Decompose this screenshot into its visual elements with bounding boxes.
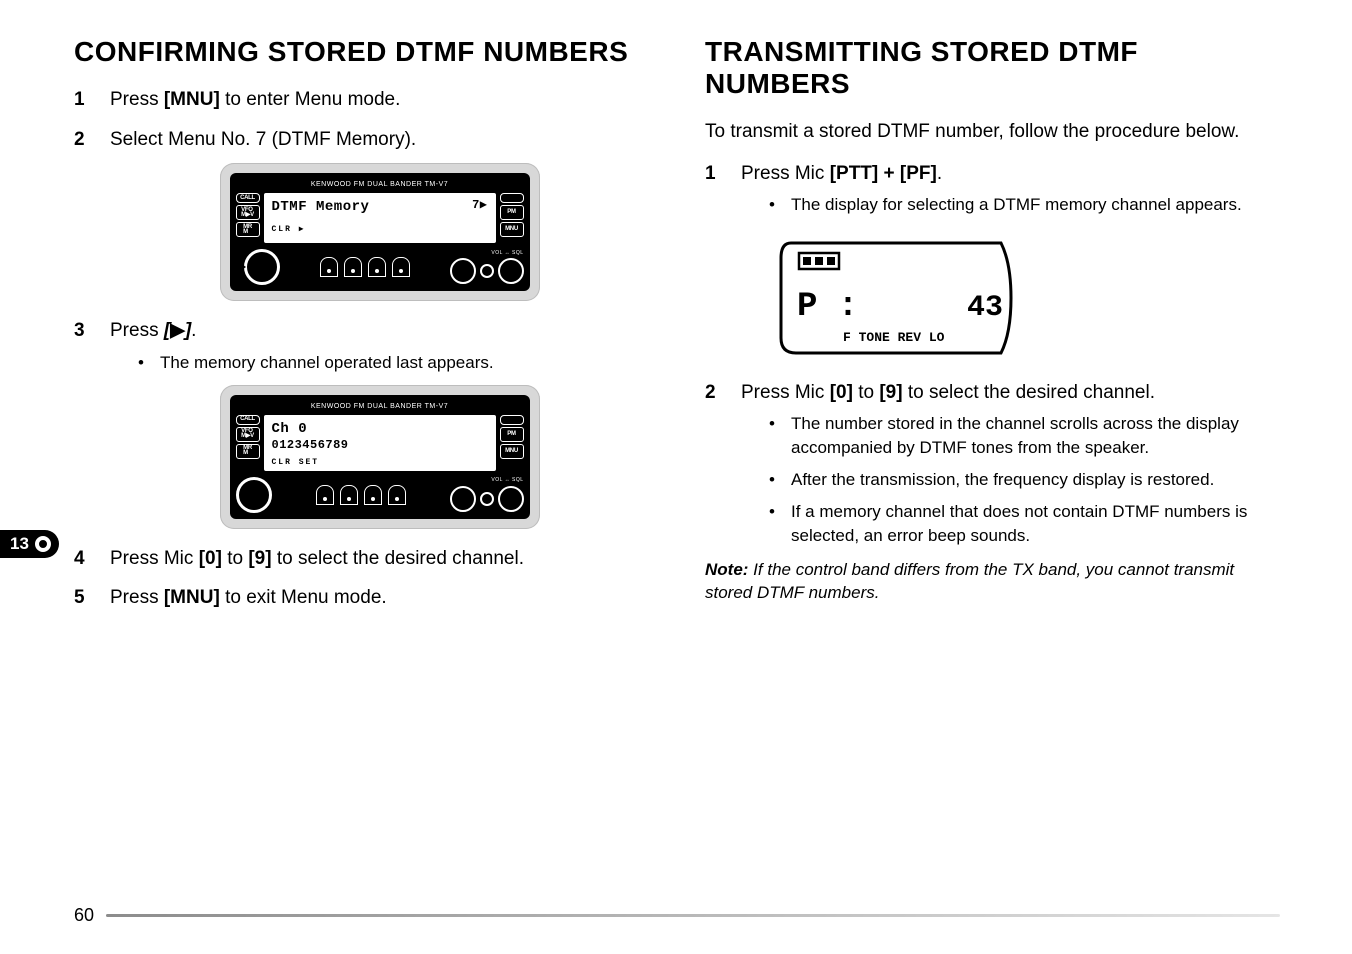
side-tab-dot-icon [35,536,51,552]
note-text: If the control band differs from the TX … [705,560,1234,602]
lock-icon [344,257,362,277]
rs2-c: to [853,382,879,403]
lock-icon [368,257,386,277]
lcd1-right: 7▶ [472,197,487,217]
lock-icon [364,485,382,505]
rs1-a: Press Mic [741,163,830,184]
lock-icon [388,485,406,505]
step5-c: to exit Menu mode. [220,587,387,608]
radio-btn-pm: PM [500,205,524,220]
radio-knob-left [236,477,272,513]
lock-icon [392,257,410,277]
radio-btn-blank-r [500,415,524,425]
rs1-sub: The display for selecting a DTMF memory … [769,193,1280,217]
step3-period: . [191,320,196,341]
rs2-a: Press Mic [741,382,830,403]
radio-knob-right-2 [480,264,494,278]
rs2-sub2: After the transmission, the frequency di… [769,468,1280,492]
ptt-p: P : [797,288,858,326]
radio-lcd-2: Ch 0 0123456789 CLR SET [264,415,496,471]
radio-btn-call: CALL [236,193,260,203]
radio-knob-right-3 [498,486,524,512]
radio-knob-right-1 [450,486,476,512]
side-tab-number: 13 [10,534,29,554]
ptt-display-figure: P : 43 F TONE REV LO [767,227,1025,363]
radio-btn-vfo: VFOM▶V [236,427,260,442]
radio-btn-mr: MRM [236,222,260,237]
step4-c: to [222,548,248,569]
ptt-bottom: F TONE REV LO [843,330,945,345]
radio-knob-right-3 [498,258,524,284]
lock-icon [320,257,338,277]
rs2-b: [0] [830,382,853,403]
step5-b: [MNU] [164,587,220,608]
radio-knob-right-2 [480,492,494,506]
step1-key: [MNU] [164,89,220,110]
step1-text-a: Press [110,89,164,110]
rs1-b: [PTT] + [PF] [830,163,937,184]
heading-transmitting: TRANSMITTING STORED DTMF NUMBERS [705,36,1280,100]
step4-b: [0] [199,548,222,569]
left-step-5: Press [MNU] to exit Menu mode. [74,584,649,612]
radio-figure-1: KENWOOD FM DUAL BANDER TM-V7 CALL VFOM▶V… [220,163,540,301]
left-step-1: Press [MNU] to enter Menu mode. [74,86,649,114]
radio-btn-vfo: VFOM▶V [236,205,260,220]
radio-btn-mr: MRM [236,444,260,459]
lcd2-line2: CLR SET [272,457,488,469]
radio-btn-call: CALL [236,415,260,425]
right-step-1: Press Mic [PTT] + [PF]. The display for … [705,160,1280,363]
step3-text-a: Press [110,320,164,341]
rs1-c: . [937,163,942,184]
radio-btn-pm: PM [500,427,524,442]
play-icon: ▶ [170,320,185,341]
note-label: Note: [705,560,748,579]
step2-text: Select Menu No. 7 (DTMF Memory). [110,129,416,150]
rs2-e: to select the desired channel. [903,382,1155,403]
radio-lcd-1: DTMF Memory 7▶ CLR ▶ [264,193,496,243]
step3-sub: The memory channel operated last appears… [138,351,649,375]
note: Note: If the control band differs from t… [705,559,1280,605]
step5-a: Press [110,587,164,608]
left-step-4: Press Mic [0] to [9] to select the desir… [74,545,649,573]
left-step-2: Select Menu No. 7 (DTMF Memory). KENWOOD… [74,126,649,302]
cursor-pointer-icon [236,260,246,274]
rs2-sub1: The number stored in the channel scrolls… [769,412,1280,460]
ptt-num: 43 [967,291,1003,325]
step4-e: to select the desired channel. [272,548,524,569]
heading-confirming: CONFIRMING STORED DTMF NUMBERS [74,36,649,68]
volsql-label: VOL ↔ SQL [450,250,524,257]
left-step-3: Press [▶]. The memory channel operated l… [74,317,649,528]
step4-a: Press Mic [110,548,199,569]
radio-figure-2: KENWOOD FM DUAL BANDER TM-V7 CALL VFOM▶V… [220,385,540,529]
page-number: 60 [74,905,94,926]
footer-rule [106,914,1280,917]
radio-btn-blank-r [500,193,524,203]
lcd1-line2: CLR ▶ [272,224,488,236]
lcd2-line1: Ch 0 [272,419,308,439]
lock-icon [340,485,358,505]
radio-knob-left [244,249,280,285]
right-intro: To transmit a stored DTMF number, follow… [705,118,1280,146]
volsql-label: VOL ↔ SQL [450,477,524,484]
rs2-d: [9] [879,382,902,403]
step4-d: [9] [248,548,271,569]
lcd1-line1: DTMF Memory [272,197,370,217]
right-step-2: Press Mic [0] to [9] to select the desir… [705,379,1280,548]
lock-icon [316,485,334,505]
step1-text-c: to enter Menu mode. [220,89,401,110]
radio-brand-1: KENWOOD FM DUAL BANDER TM-V7 [236,179,524,193]
radio-brand-2: KENWOOD FM DUAL BANDER TM-V7 [236,401,524,415]
rs2-sub3: If a memory channel that does not contai… [769,500,1280,548]
lcd2-line1b: 0123456789 [272,439,488,451]
radio-btn-mnu: MNU [500,444,524,459]
side-tab: 13 [0,530,59,558]
radio-knob-right-1 [450,258,476,284]
radio-btn-mnu: MNU [500,222,524,237]
